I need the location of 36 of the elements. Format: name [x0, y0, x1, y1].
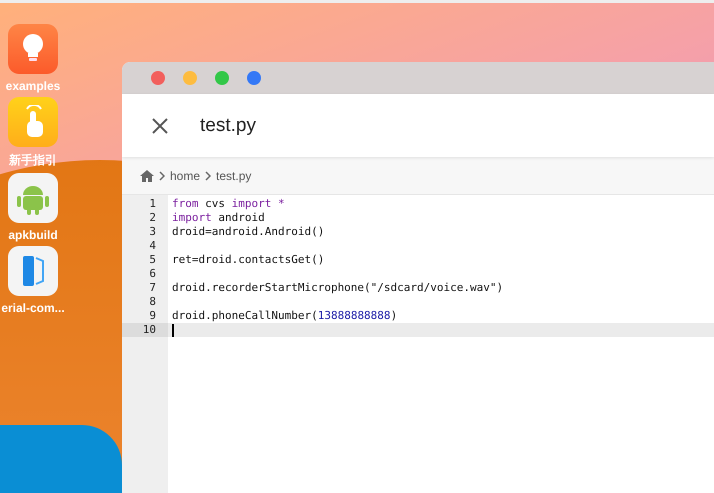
code-text: droid.recorderStartMicrophone("/sdcard/voice.wav") — [172, 281, 504, 295]
chevron-icon — [205, 170, 212, 180]
lightbulb-app-icon[interactable] — [8, 24, 58, 74]
app-label[interactable]: examples — [6, 79, 60, 93]
app-label[interactable]: erial-com... — [1, 301, 65, 315]
line-number: 1 — [148, 197, 157, 211]
breadcrumb-item[interactable]: test.py — [216, 168, 252, 182]
line-number: 10 — [122, 323, 168, 337]
pointing-hand-app-icon[interactable] — [8, 97, 58, 147]
code-text: ret=droid.contactsGet() — [172, 253, 324, 267]
line-number: 4 — [148, 239, 157, 253]
file-title: test.py — [200, 114, 256, 136]
android-app-icon[interactable] — [8, 173, 58, 223]
dot-icon[interactable] — [247, 71, 261, 85]
line-number: 9 — [148, 309, 157, 323]
chevron-icon — [159, 170, 165, 180]
line-number: 8 — [148, 295, 157, 309]
code-text: droid.phoneCallNumber(13888888888) — [172, 309, 398, 323]
text-cursor — [172, 324, 174, 336]
line-number: 3 — [148, 225, 157, 239]
line-number: 7 — [148, 281, 157, 295]
breadcrumb-item[interactable]: home — [170, 168, 200, 182]
device-app-icon[interactable] — [8, 246, 58, 296]
app-label[interactable]: 新手指引 — [9, 152, 57, 169]
maximize-dot-icon[interactable] — [215, 71, 229, 85]
close-dot-icon[interactable] — [151, 71, 165, 85]
minimize-dot-icon[interactable] — [183, 71, 197, 85]
line-number: 5 — [148, 253, 157, 267]
home-icon[interactable] — [140, 170, 154, 182]
close-icon[interactable] — [152, 118, 168, 134]
code-text: droid=android.Android() — [172, 225, 324, 239]
code-text: from cvs import * — [172, 197, 285, 211]
line-number: 6 — [148, 267, 157, 281]
code-text: import android — [172, 211, 265, 225]
app-label[interactable]: apkbuild — [8, 228, 58, 242]
line-number: 2 — [148, 211, 157, 225]
